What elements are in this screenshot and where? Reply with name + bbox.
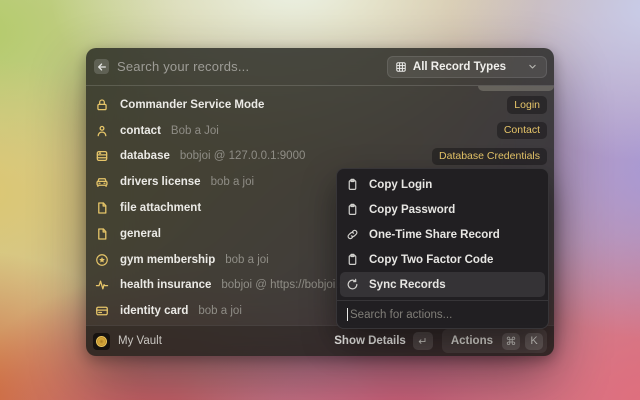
menu-item-sync-records[interactable]: Sync Records bbox=[340, 272, 545, 297]
record-row[interactable]: Commander Service Mode Login bbox=[94, 92, 547, 118]
menu-item-one-time-share[interactable]: One-Time Share Record bbox=[340, 222, 545, 247]
id-card-icon bbox=[95, 304, 109, 318]
partial-row-icon bbox=[93, 86, 105, 91]
record-type-badge: Login bbox=[507, 96, 547, 114]
show-details-button[interactable]: Show Details bbox=[334, 335, 406, 347]
desktop-background: Search your records... All Record Types … bbox=[0, 0, 640, 400]
clipboard-icon bbox=[346, 253, 359, 266]
file-icon bbox=[95, 227, 109, 241]
menu-item-copy-two-factor[interactable]: Copy Two Factor Code bbox=[340, 247, 545, 272]
car-icon bbox=[95, 175, 109, 189]
actions-button[interactable]: Actions ⌘ K bbox=[442, 329, 547, 353]
enter-keycap[interactable]: ↵ bbox=[413, 332, 433, 350]
filter-label: All Record Types bbox=[413, 61, 506, 73]
cmd-keycap: ⌘ bbox=[502, 333, 520, 350]
lock-icon bbox=[95, 98, 109, 112]
vault-label: My Vault bbox=[118, 335, 162, 347]
chevron-down-icon bbox=[528, 62, 537, 71]
quick-search-window: Search your records... All Record Types … bbox=[86, 48, 554, 356]
menu-item-copy-login[interactable]: Copy Login bbox=[340, 172, 545, 197]
menu-item-copy-password[interactable]: Copy Password bbox=[340, 197, 545, 222]
arrow-left-icon bbox=[97, 62, 107, 72]
partial-row-badge bbox=[478, 86, 554, 91]
record-type-badge: Database Credentials bbox=[432, 148, 547, 166]
record-row[interactable]: database bobjoi @ 127.0.0.1:9000 Databas… bbox=[94, 144, 547, 170]
back-button[interactable] bbox=[94, 59, 109, 74]
search-input[interactable]: Search your records... bbox=[117, 59, 387, 74]
record-type-filter-dropdown[interactable]: All Record Types bbox=[387, 56, 547, 78]
record-row[interactable]: contact Bob a Joi Contact bbox=[94, 118, 547, 144]
search-header: Search your records... All Record Types bbox=[86, 48, 554, 85]
menu-search-input[interactable]: Search for actions... bbox=[340, 301, 545, 328]
star-circle-icon bbox=[95, 253, 109, 267]
grid-icon bbox=[395, 61, 407, 73]
record-type-badge: Contact bbox=[497, 122, 547, 140]
k-keycap: K bbox=[525, 333, 543, 350]
actions-menu: Copy Login Copy Password One-Time Share … bbox=[336, 168, 549, 329]
database-icon bbox=[95, 149, 109, 163]
text-caret bbox=[347, 308, 348, 321]
footer-bar: My Vault Show Details ↵ Actions ⌘ K bbox=[86, 325, 554, 356]
clipboard-icon bbox=[346, 203, 359, 216]
pulse-icon bbox=[95, 278, 109, 292]
clipboard-icon bbox=[346, 178, 359, 191]
link-icon bbox=[346, 228, 359, 241]
file-icon bbox=[95, 201, 109, 215]
actions-label: Actions bbox=[451, 335, 493, 347]
person-icon bbox=[95, 124, 109, 138]
keeper-logo-icon bbox=[93, 333, 110, 350]
sync-icon bbox=[346, 278, 359, 291]
